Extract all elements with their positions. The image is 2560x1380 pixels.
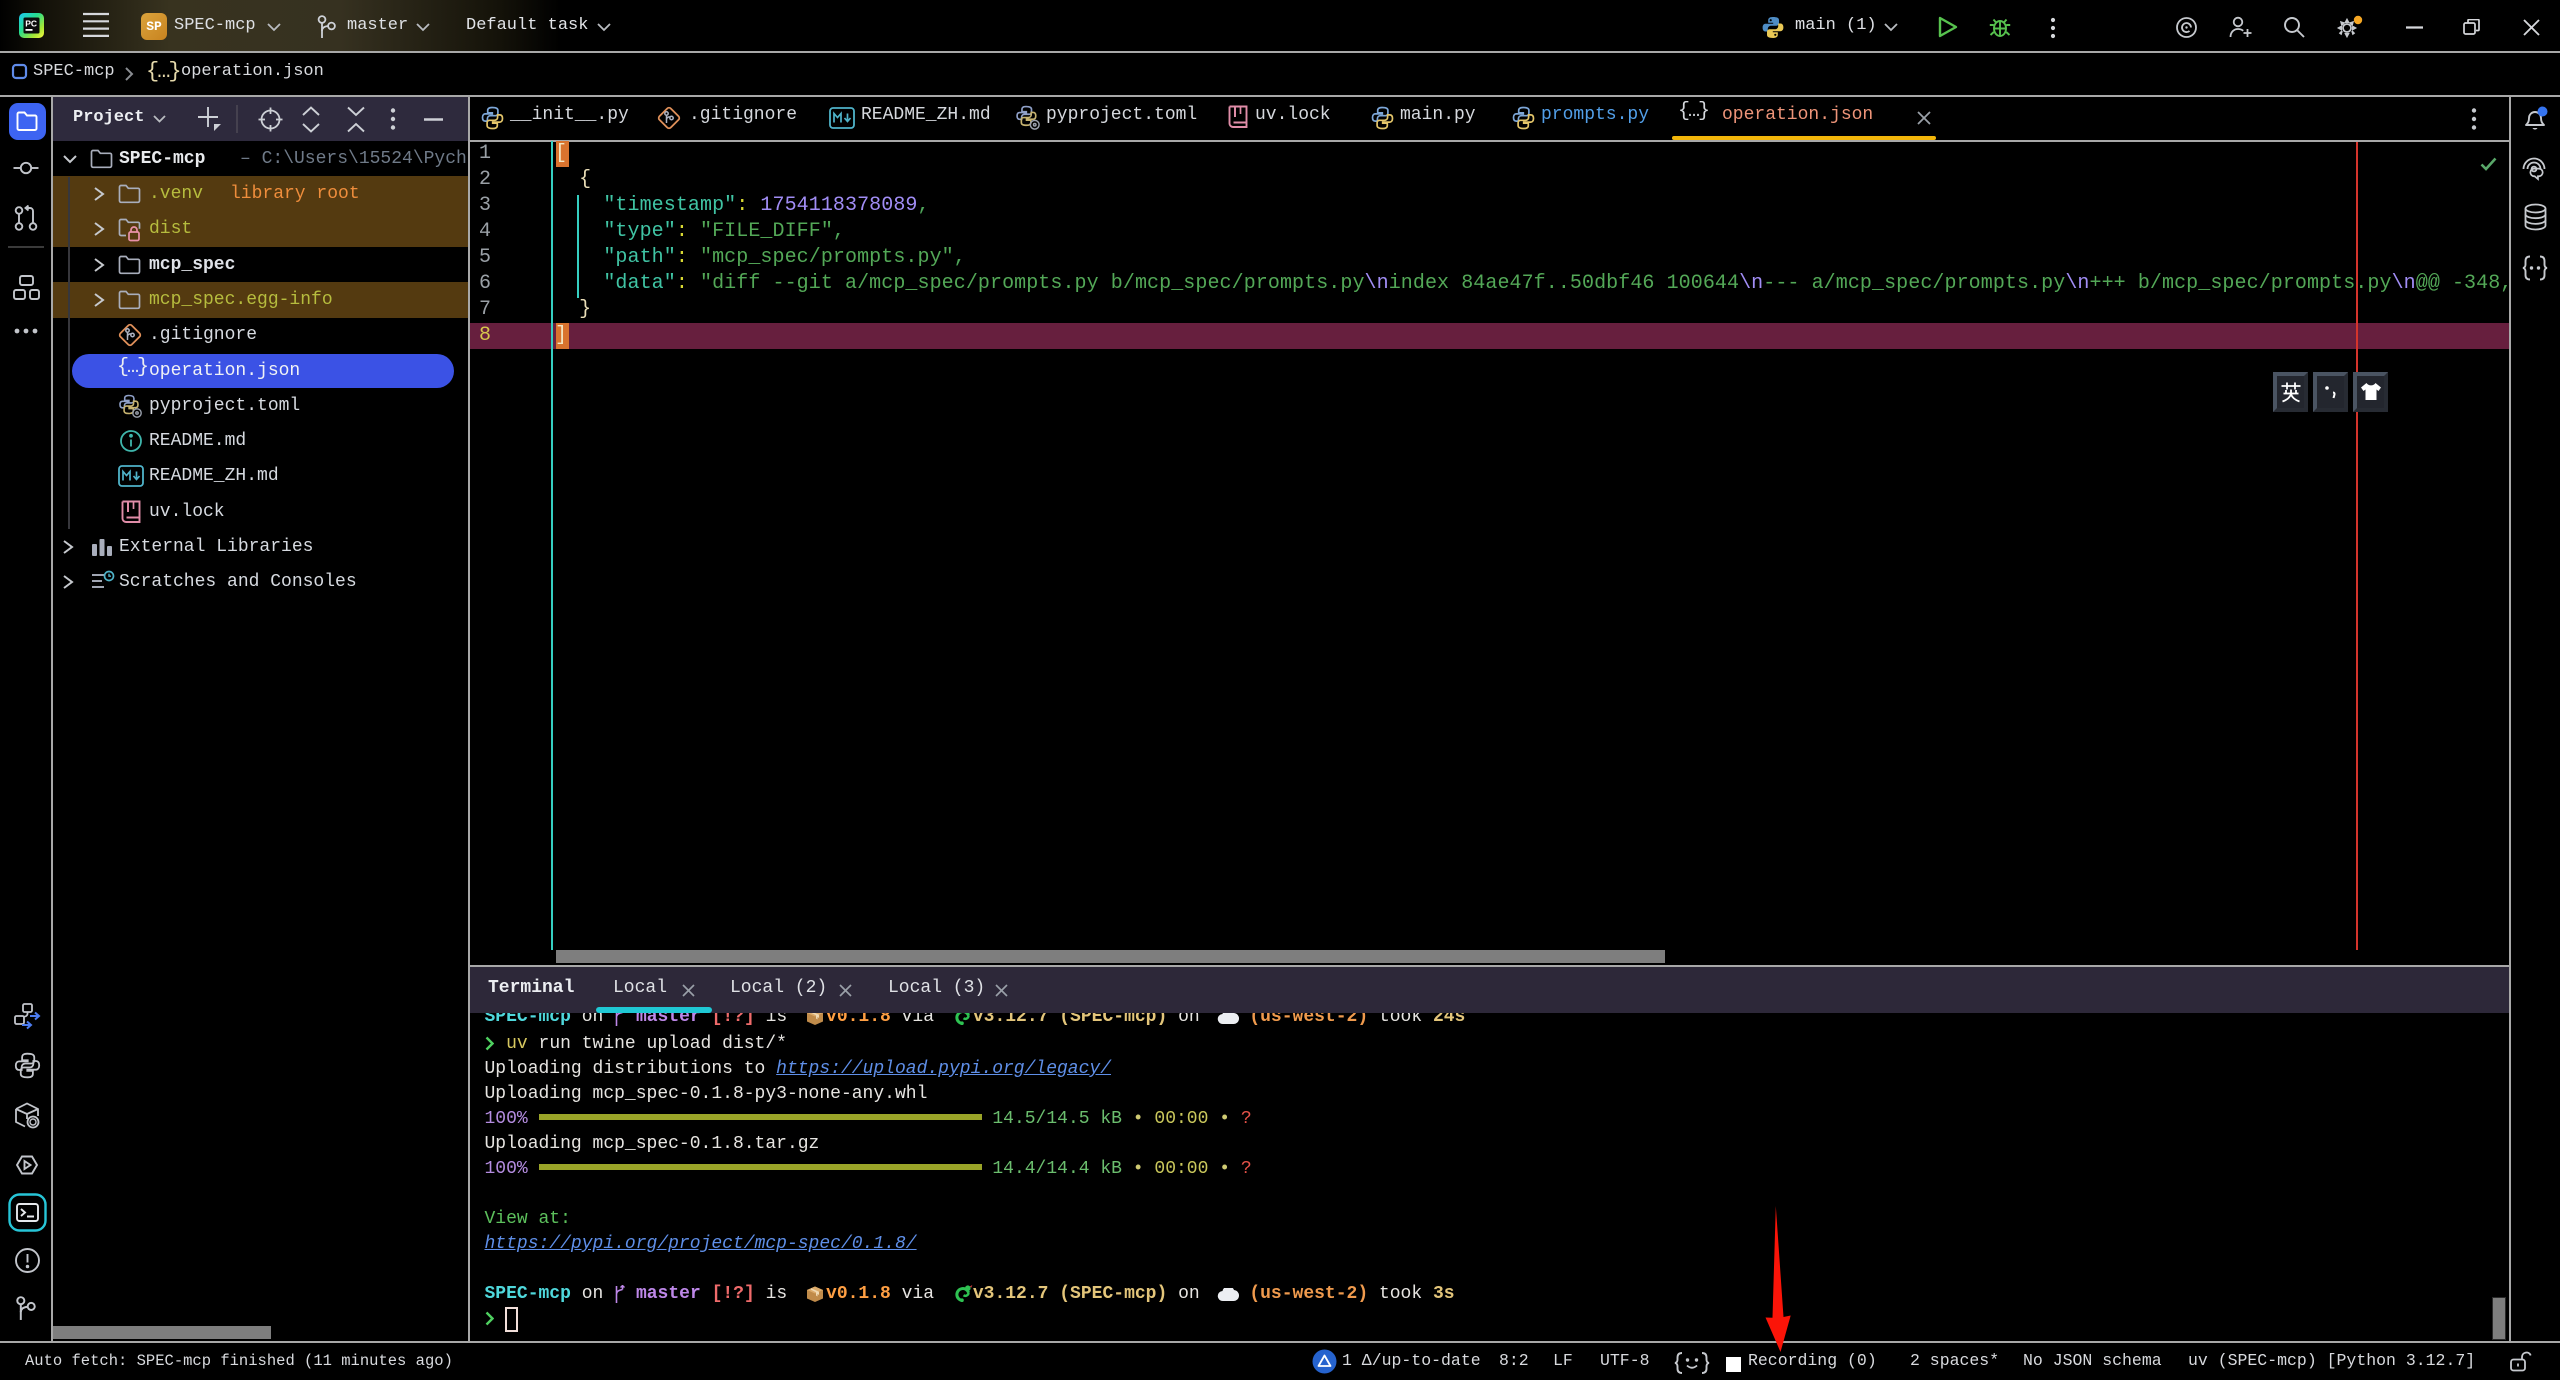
svg-text:PC: PC [25, 19, 37, 29]
